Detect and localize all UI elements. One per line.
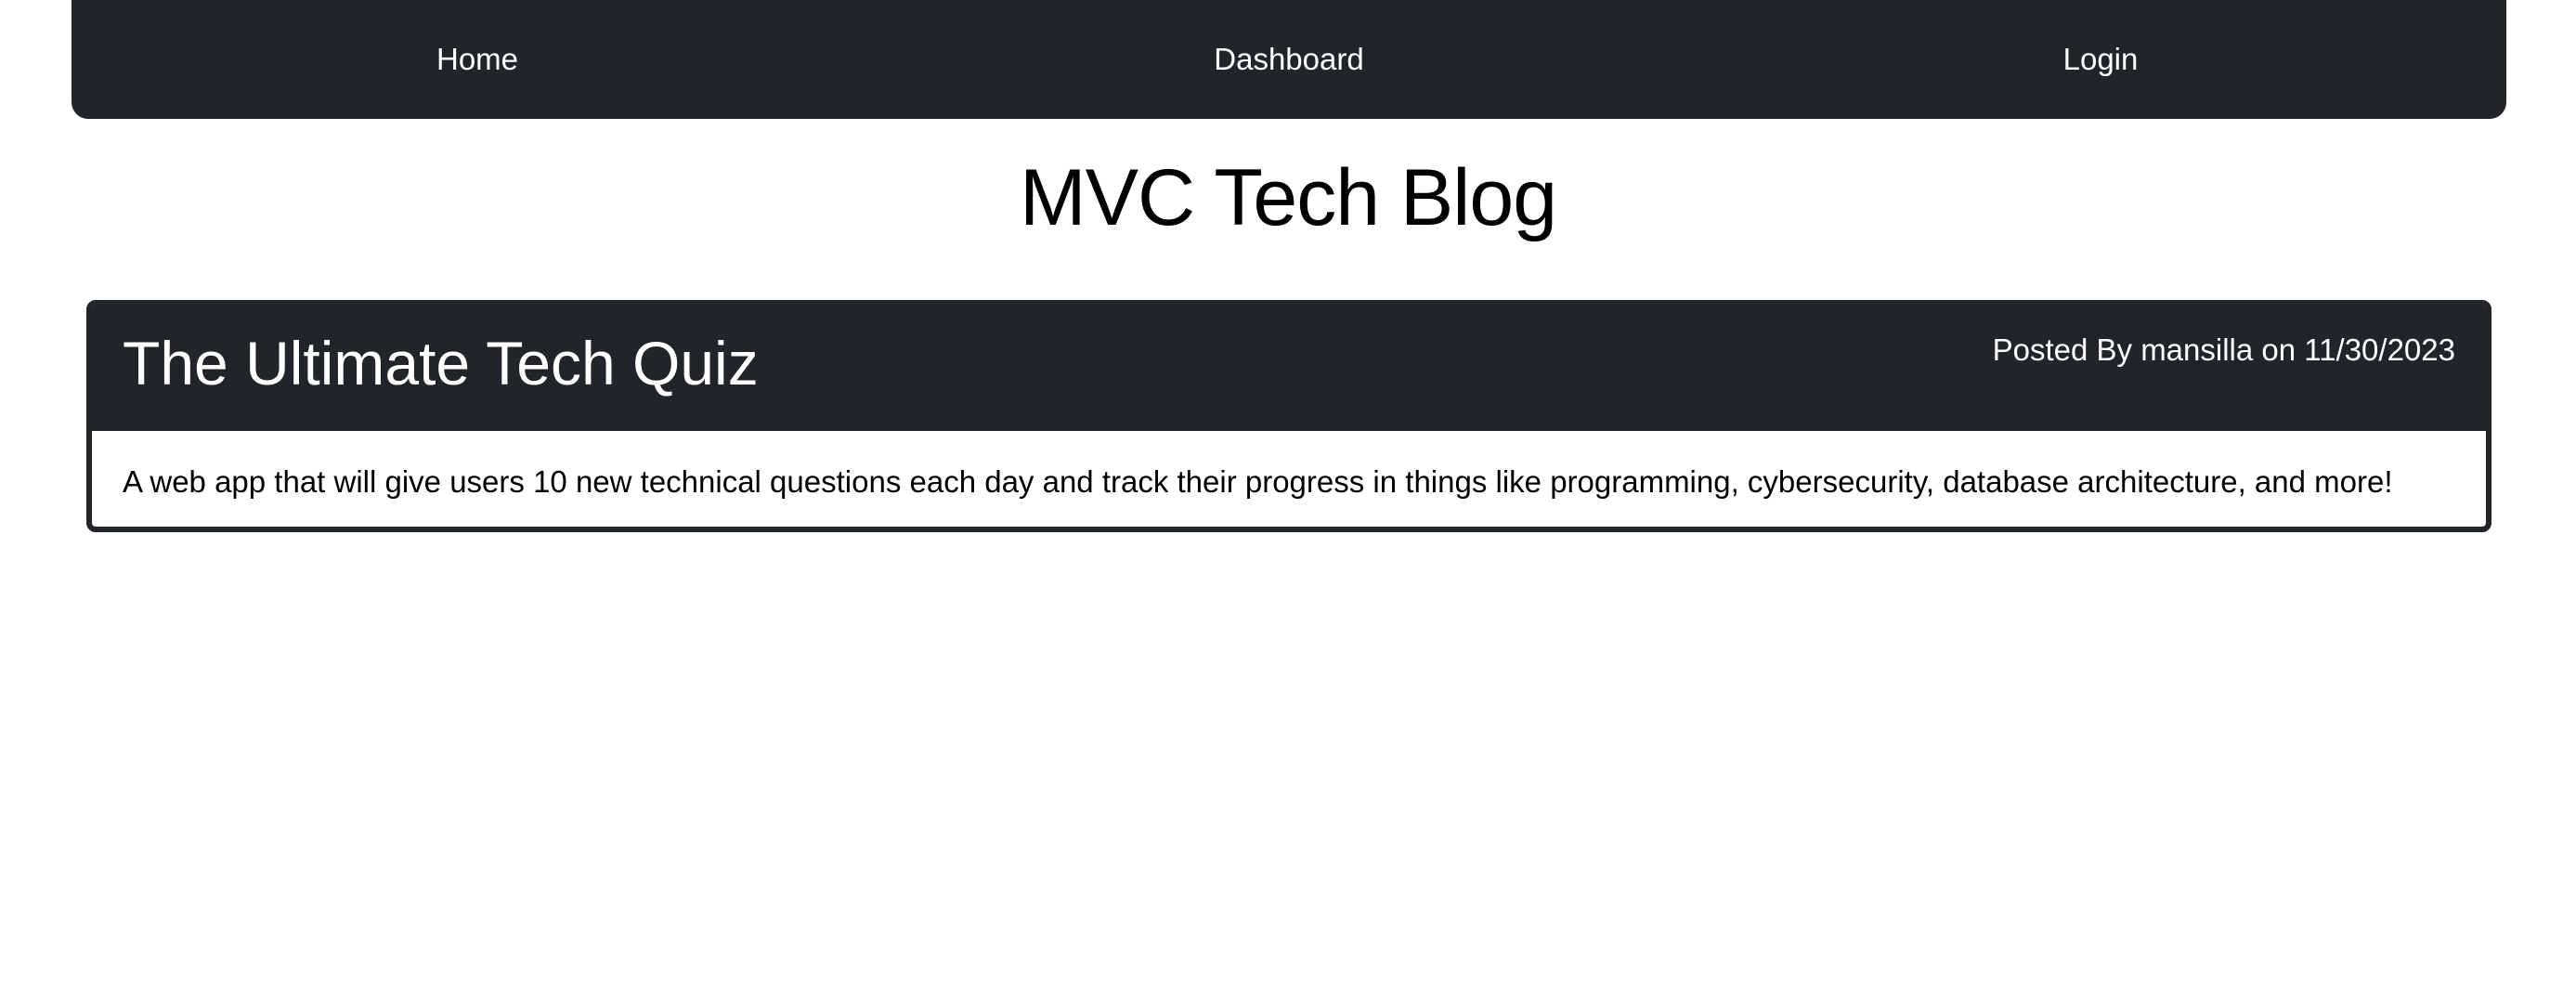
nav-link-login[interactable]: Login [1695,0,2506,119]
page: Home Dashboard Login MVC Tech Blog The U… [0,0,2576,991]
top-navbar: Home Dashboard Login [72,0,2506,119]
post-card[interactable]: The Ultimate Tech Quiz Posted By mansill… [86,300,2491,532]
post-title[interactable]: The Ultimate Tech Quiz [123,326,759,400]
nav-link-home[interactable]: Home [72,0,883,119]
nav-link-dashboard[interactable]: Dashboard [883,0,1695,119]
site-title: MVC Tech Blog [1019,153,1557,242]
post-meta: Posted By mansilla on 11/30/2023 [1992,333,2455,367]
post-card-header: The Ultimate Tech Quiz Posted By mansill… [92,306,2486,431]
post-body: A web app that will give users 10 new te… [123,464,2393,499]
